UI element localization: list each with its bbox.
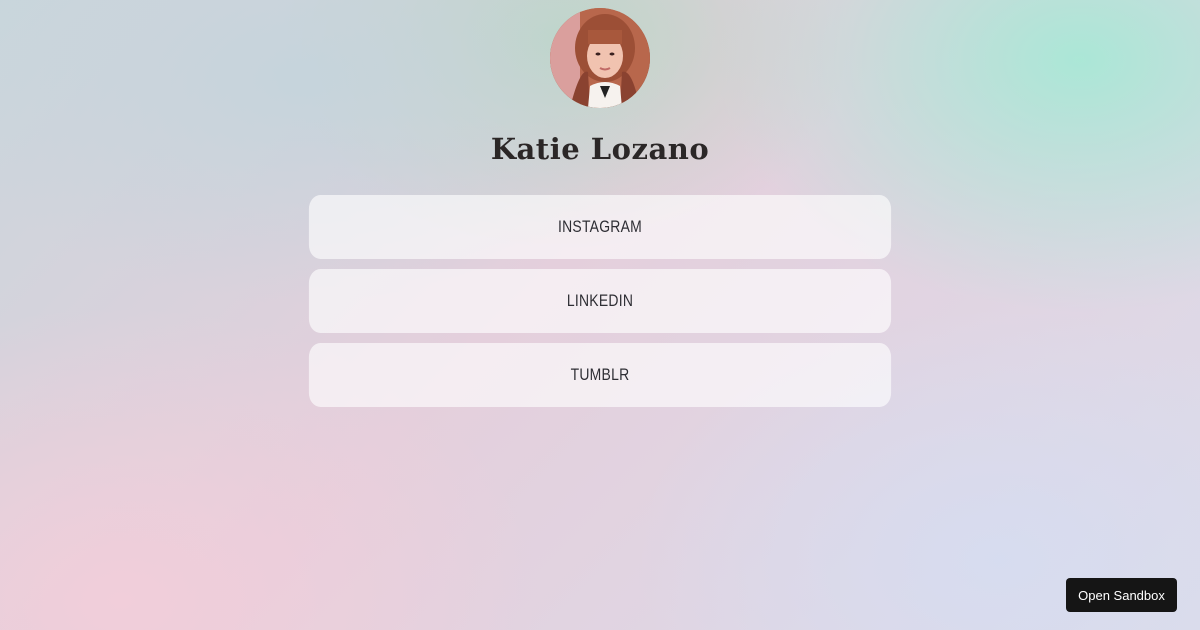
linkedin-link[interactable]: LINKEDIN [308,269,892,333]
tumblr-link-label: TUMBLR [570,365,630,384]
linkedin-link-label: LINKEDIN [566,291,634,310]
open-sandbox-button[interactable]: Open Sandbox [1066,578,1177,612]
instagram-link-label: INSTAGRAM [557,217,643,236]
link-list: INSTAGRAM LINKEDIN TUMBLR [245,195,955,417]
tumblr-link[interactable]: TUMBLR [308,343,892,407]
avatar [550,8,650,108]
profile-name: Katie Lozano [490,132,710,166]
instagram-link[interactable]: INSTAGRAM [308,195,892,259]
avatar-photo [550,8,650,108]
